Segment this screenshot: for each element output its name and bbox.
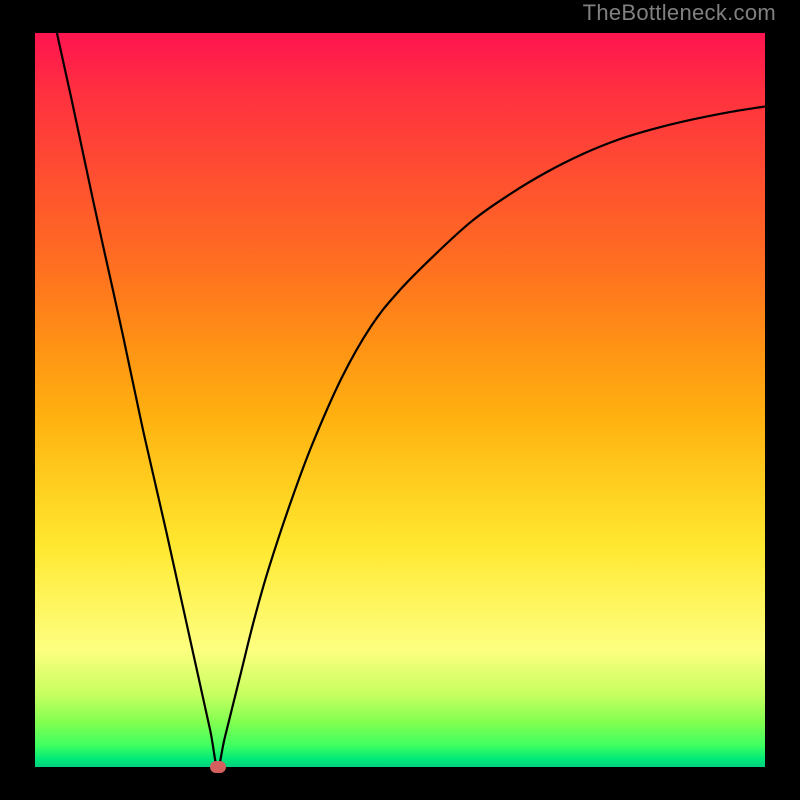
minimum-marker [210, 761, 226, 773]
watermark-text: TheBottleneck.com [583, 0, 776, 26]
bottleneck-curve [35, 33, 765, 767]
plot-area [35, 33, 765, 767]
chart-frame: TheBottleneck.com [0, 0, 800, 800]
